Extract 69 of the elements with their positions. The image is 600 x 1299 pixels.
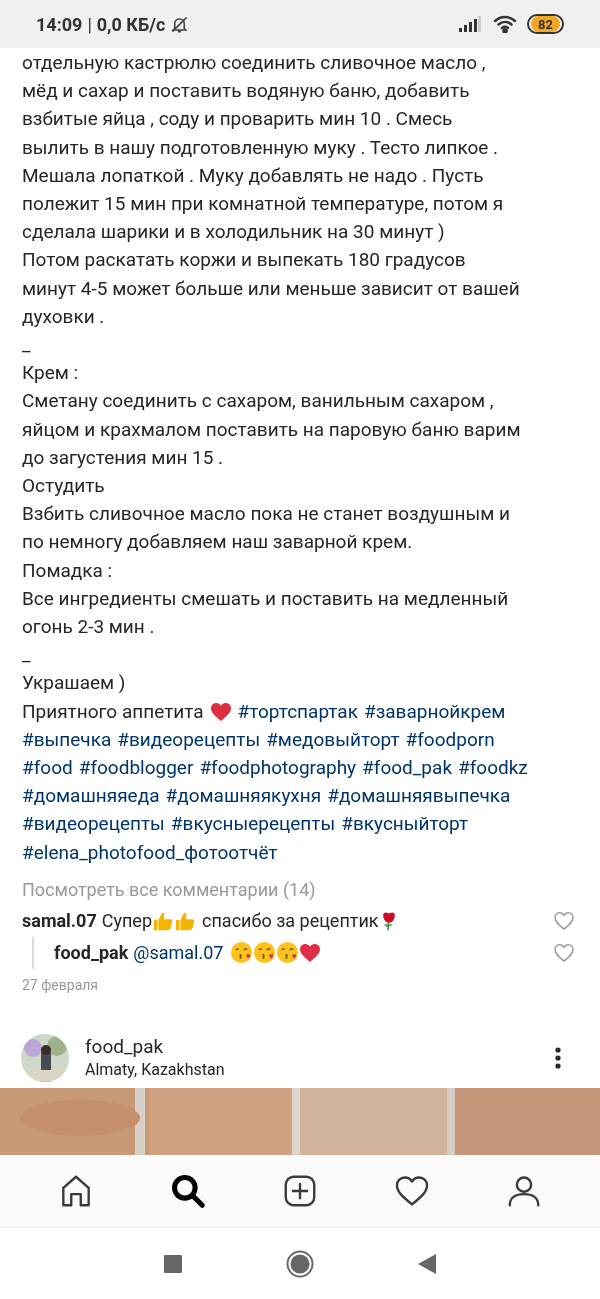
hashtag-link[interactable]: #elena_photofood_фотоотчёт	[22, 838, 278, 867]
mention-link[interactable]: @samal.07	[133, 939, 224, 967]
like-icon[interactable]	[554, 943, 574, 962]
hashtag-link[interactable]: #домашняявыпечка	[327, 782, 511, 811]
comment-text: спасибо за рецептик	[202, 909, 379, 934]
hashtag-link[interactable]: #вкусныйторт	[341, 810, 469, 839]
caption-line: Мешала лопаткой . Муку добавлять не надо . Пусть	[22, 162, 484, 189]
bell-off-icon	[170, 14, 190, 34]
status-separator: |	[87, 12, 92, 37]
wifi-icon	[493, 15, 517, 33]
hashtag-link[interactable]: #домашняяеда	[22, 782, 160, 811]
hashtag-link[interactable]: #видеорецепты	[22, 810, 165, 839]
heart-emoji-icon	[299, 943, 322, 964]
caption-line: мёд и сахар и поставить водяную баню, добавить	[22, 78, 470, 105]
caption-line: Остудить	[22, 473, 105, 500]
hashtag-link[interactable]: #food_pak	[362, 754, 452, 783]
hashtag-link[interactable]: #видеорецепты	[117, 725, 261, 755]
home-button-icon[interactable]	[286, 1249, 314, 1278]
caption-line: Крем :	[22, 360, 79, 387]
hashtag-link[interactable]: #выпечка	[22, 725, 112, 755]
hashtag-link[interactable]: #foodporn	[405, 725, 495, 755]
caption-line: взбитые яйца , соду и проварить мин 10 . Смесь	[22, 106, 453, 133]
caption-line: Сметану соединить с сахаром, ванильным сахаром ,	[22, 388, 494, 415]
hashtag-link[interactable]: #заварнойкрем	[363, 697, 506, 726]
post-date: 27 февраля	[22, 975, 99, 995]
hashtag-link[interactable]: #food	[22, 754, 73, 783]
recent-apps-icon[interactable]	[164, 1254, 182, 1273]
kissing-face-icon	[230, 941, 254, 965]
reply-username[interactable]: food_pak	[54, 939, 129, 967]
post-username[interactable]: food_pak	[85, 1035, 164, 1060]
heart-emoji-icon	[209, 701, 232, 722]
hashtag-link[interactable]: #домашняякухня	[165, 782, 322, 811]
caption-line: по немногу добавляем наш заварной крем.	[22, 529, 413, 556]
hashtag-link[interactable]: #foodphotography	[199, 754, 357, 783]
battery-indicator: 82	[527, 14, 564, 34]
signal-icon	[459, 16, 481, 32]
caption-line: вылить в нашу подготовленную муку . Тесто липкое .	[22, 134, 499, 161]
more-options-icon[interactable]	[555, 1047, 561, 1070]
hashtag-link[interactable]: #вкусныерецепты	[170, 810, 336, 839]
caption-line: Все ингредиенты смешать и поставить на медленный	[22, 585, 509, 612]
network-speed: 0,0 КБ/с	[96, 12, 166, 37]
hashtag-link[interactable]: #foodblogger	[78, 754, 194, 783]
like-icon[interactable]	[554, 911, 574, 930]
back-icon[interactable]	[418, 1253, 436, 1274]
caption-line: минут 4-5 может больше или меньше зависит от вашей	[22, 275, 520, 302]
caption-line: _	[22, 332, 31, 359]
caption-line: огонь 2-3 мин .	[22, 614, 155, 641]
caption-line: до загустения мин 15 .	[22, 444, 224, 471]
post-location[interactable]: Almaty, Kazakhstan	[85, 1059, 225, 1082]
caption-line: яйцом и крахмалом поставить на паровую баню варим	[22, 416, 521, 443]
caption-line: сделала шарики и в холодильник на 30 минут )	[22, 219, 445, 246]
kissing-face-icon	[253, 941, 277, 965]
hashtag-link[interactable]: #тортспартак	[237, 697, 358, 726]
hashtag-link[interactable]: #медовыйторт	[266, 725, 400, 755]
caption-line: Помадка :	[22, 557, 113, 584]
hashtag-link[interactable]: #foodkz	[458, 754, 528, 783]
caption-line: Украшаем )	[22, 670, 126, 697]
kissing-face-icon	[276, 941, 300, 965]
caption-line: Взбить сливочное масло пока не станет воздушным и	[22, 501, 510, 528]
caption-line: отдельную кастрюлю соединить сливочное масло ,	[22, 50, 486, 76]
caption-line: духовки .	[22, 303, 105, 330]
search-icon[interactable]	[169, 1172, 207, 1210]
comment-username[interactable]: samal.07	[22, 907, 97, 935]
comment-text: Супер	[101, 909, 153, 934]
caption-line: Приятного аппетита	[22, 698, 204, 725]
caption-line: _	[22, 642, 31, 669]
caption-line: полежит 15 мин при комнатной температуре, потом я	[22, 191, 504, 217]
status-time: 14:09	[36, 12, 83, 37]
caption-line: Потом раскатать коржи и выпекать 180 градусов	[22, 247, 466, 274]
